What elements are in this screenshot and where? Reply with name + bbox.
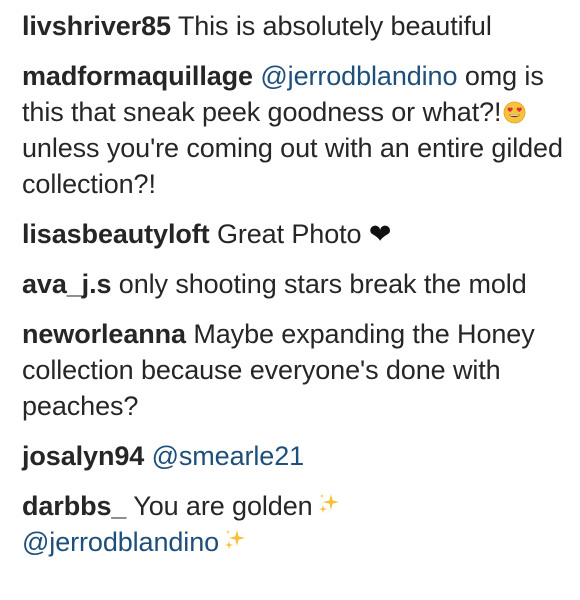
sparkles-icon — [225, 530, 246, 549]
comment-username[interactable]: ava_j.s — [22, 269, 111, 299]
comment-username[interactable]: livshriver85 — [22, 11, 171, 41]
comment-text: only shooting stars break the mold — [118, 269, 527, 299]
comment-mention[interactable]: @jerrodblandino — [260, 61, 457, 91]
comment-item: neworleanna Maybe expanding the Honey co… — [22, 316, 572, 424]
heart-icon: ❤ — [368, 219, 392, 249]
comment-username[interactable]: madformaquillage — [22, 61, 253, 91]
comment-list: livshriver85 This is absolutely beautifu… — [22, 8, 572, 574]
comment-text: unless you're coming out with an entire … — [22, 133, 563, 199]
comment-item: darbbs_ You are golden @jerrodblandino — [22, 488, 572, 560]
heart-eyes-emoji-icon — [503, 101, 526, 124]
sparkles-icon — [318, 494, 339, 513]
comment-username[interactable]: neworleanna — [22, 319, 186, 349]
comment-text: You are golden — [133, 491, 313, 521]
comment-mention[interactable]: @smearle21 — [152, 441, 305, 471]
comment-item: livshriver85 This is absolutely beautifu… — [22, 8, 572, 44]
comment-text: This is absolutely beautiful — [177, 11, 492, 41]
comment-username[interactable]: darbbs_ — [22, 491, 126, 521]
comment-item: lisasbeautyloft Great Photo ❤ — [22, 216, 572, 252]
comment-item: ava_j.s only shooting stars break the mo… — [22, 266, 572, 302]
comment-username[interactable]: lisasbeautyloft — [22, 219, 210, 249]
comment-mention[interactable]: @jerrodblandino — [22, 527, 219, 557]
comment-item: madformaquillage @jerrodblandino omg is … — [22, 58, 572, 202]
comment-username[interactable]: josalyn94 — [22, 441, 144, 471]
comment-item: josalyn94 @smearle21 — [22, 438, 572, 474]
comment-text: Great Photo — [216, 219, 362, 249]
